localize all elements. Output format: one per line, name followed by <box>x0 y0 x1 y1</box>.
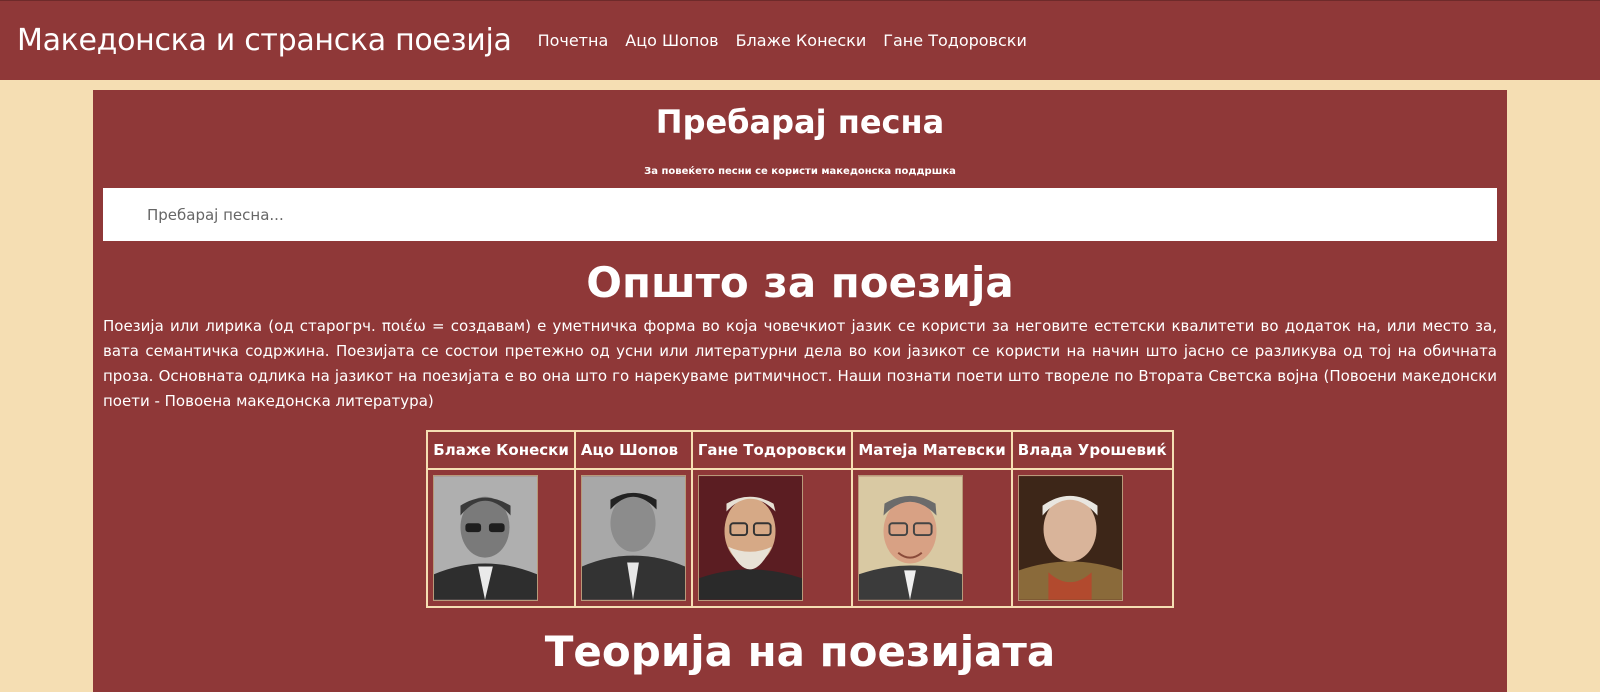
search-heading: Пребарај песна <box>655 103 945 141</box>
theory-heading: Теорија на поезијата <box>544 627 1056 676</box>
poet-portrait-cell <box>427 469 575 607</box>
portrait-photo-icon <box>580 475 686 601</box>
nav-link-gane-todorovski[interactable]: Гане Тодоровски <box>883 31 1027 50</box>
poets-table: Блаже Конески Ацо Шопов Гане Тодоровски … <box>426 430 1174 608</box>
poet-name-header: Ацо Шопов <box>574 431 692 469</box>
poet-portrait-cell <box>574 469 692 607</box>
poet-name-header: Влада Урошевиќ <box>1011 431 1173 469</box>
nav-link-blazhe-koneski[interactable]: Блаже Конески <box>736 31 867 50</box>
search-input[interactable] <box>103 188 1497 241</box>
poet-name-header: Матеја Матевски <box>852 431 1012 469</box>
site-brand-link[interactable]: Македонска и странска поезија <box>17 23 512 58</box>
top-navbar: Македонска и странска поезија Почетна Ац… <box>0 0 1600 80</box>
portrait-photo-icon <box>697 475 803 601</box>
poet-name-header: Гане Тодоровски <box>691 431 853 469</box>
poet-portrait-cell <box>1011 469 1173 607</box>
general-heading: Општо за поезија <box>586 258 1014 307</box>
portrait-photo-icon <box>1017 475 1123 601</box>
poet-portrait-cell <box>691 469 853 607</box>
poets-portrait-row <box>427 469 1173 607</box>
main-content: Пребарај песна За повеќето песни се кори… <box>93 90 1507 692</box>
poet-name-header: Блаже Конески <box>427 431 575 469</box>
nav-link-aco-shopov[interactable]: Ацо Шопов <box>625 31 718 50</box>
search-note: За повеќето песни се користи македонска … <box>644 166 956 177</box>
poet-portrait-cell <box>852 469 1012 607</box>
portrait-photo-icon <box>433 475 539 601</box>
poets-header-row: Блаже Конески Ацо Шопов Гане Тодоровски … <box>427 431 1173 469</box>
portrait-photo-icon <box>858 475 964 601</box>
nav-link-home[interactable]: Почетна <box>538 31 609 50</box>
general-intro-text: Поезија или лирика (од старогрч. ποιέω =… <box>103 317 1497 410</box>
